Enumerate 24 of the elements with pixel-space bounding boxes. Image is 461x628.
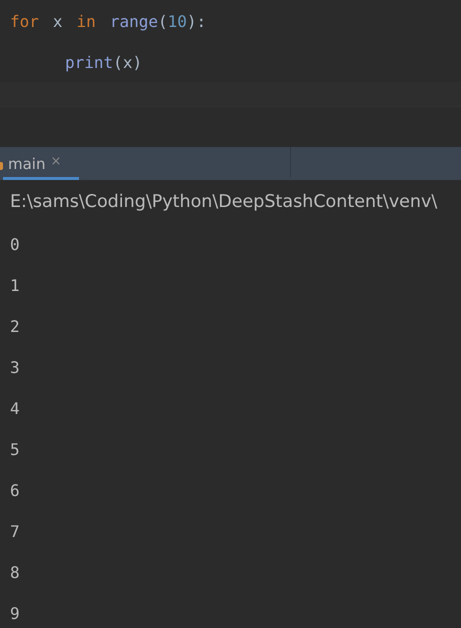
console-output-line: 1 (10, 275, 21, 297)
console-output-line: 0 (10, 234, 21, 256)
console-output-line: 9 (10, 603, 21, 623)
code-token: x (52, 12, 63, 31)
console-output-line: 8 (10, 562, 21, 584)
code-token: in (76, 12, 96, 31)
run-tab[interactable]: main × (3, 147, 79, 180)
console-output-line: 4 (10, 398, 21, 420)
console-output-line: 7 (10, 521, 21, 543)
code-token: ) (132, 53, 142, 72)
code-token: print (65, 53, 114, 72)
code-token: ( (158, 12, 168, 31)
console-command: E:\sams\Coding\Python\DeepStashContent\venv\ (10, 191, 438, 214)
code-token: 10 (168, 12, 187, 31)
code-token: ): (186, 12, 206, 31)
console-output-line: 2 (10, 316, 21, 338)
code-token: x (122, 53, 132, 72)
console-output-line: 6 (10, 480, 21, 502)
code-token: range (110, 12, 158, 31)
console-output-line: 5 (10, 439, 21, 461)
code-token: for (10, 12, 39, 31)
code-token: ( (113, 53, 123, 72)
close-icon[interactable]: × (50, 154, 62, 168)
console-output-line: 3 (10, 357, 21, 379)
